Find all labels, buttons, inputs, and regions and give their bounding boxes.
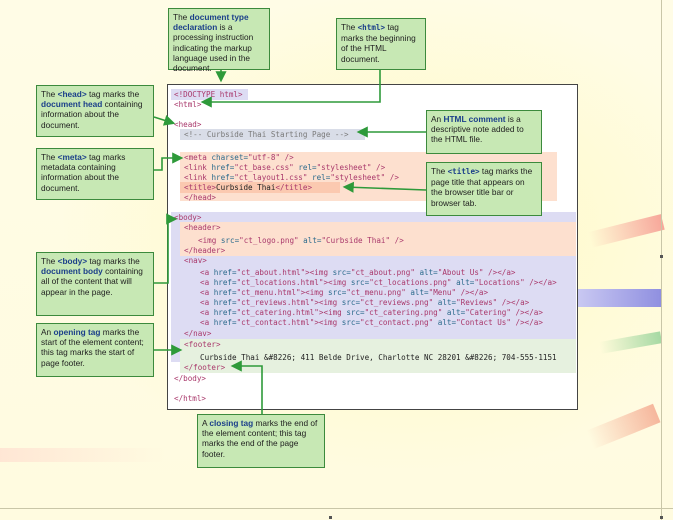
callout-arrows: [153, 70, 427, 414]
arrow-closing: [230, 360, 263, 414]
arrow-meta: [154, 152, 184, 171]
arrow-title: [342, 181, 427, 193]
arrow-html: [200, 70, 381, 108]
arrow-head: [153, 115, 176, 126]
arrow-body: [154, 213, 178, 284]
